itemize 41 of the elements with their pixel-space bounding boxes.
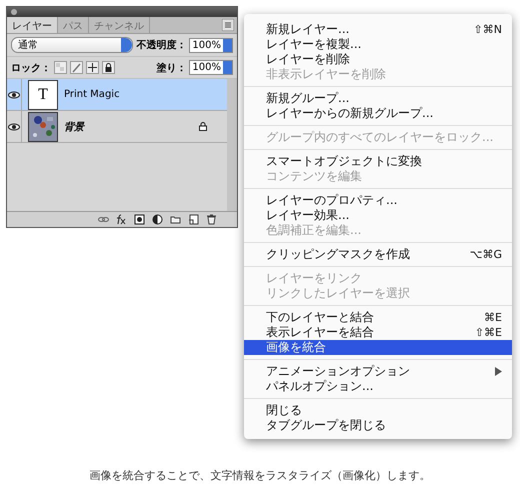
lock-icon[interactable] [102,61,115,74]
opacity-field[interactable]: 100% [189,38,233,52]
menu-item[interactable]: レイヤーを複製... [244,37,512,52]
fill-label: 塗り： [156,62,186,74]
eye-icon[interactable] [8,122,20,132]
layer-row[interactable]: T Print Magic [7,79,227,111]
folder-icon[interactable] [170,214,181,225]
menu-item[interactable]: アニメーションオプション [244,364,512,379]
fx-icon[interactable] [116,214,127,225]
menu-item[interactable]: レイヤー効果... [244,208,512,223]
layer-name: Print Magic [64,89,121,100]
menu-item[interactable]: レイヤーからの新規グループ... [244,106,512,121]
menu-item[interactable]: レイヤーのプロパティ... [244,193,512,208]
menu-item[interactable]: パネルオプション... [244,379,512,394]
menu-item[interactable]: クリッピングマスクを作成 ⌥⌘G [244,247,512,262]
move-icon[interactable] [86,61,99,74]
adjustment-icon[interactable] [152,214,163,225]
menu-item[interactable]: 新規レイヤー... ⇧⌘N [244,22,512,37]
new-layer-icon[interactable] [188,214,199,225]
layer-row[interactable]: 背景 [7,111,227,143]
menu-item[interactable]: 下のレイヤーと結合 ⌘E [244,310,512,325]
fill-field[interactable]: 100% [189,60,233,75]
menu-item[interactable]: レイヤーを削除 [244,52,512,67]
menu-item[interactable]: 閉じる [244,403,512,418]
panel-menu-icon[interactable] [222,19,234,31]
panel-tab[interactable]: レイヤー [7,17,58,33]
menu-item[interactable]: 画像を統合 [244,340,512,355]
mask-icon[interactable] [134,214,145,225]
blend-mode-select[interactable]: 通常 [11,37,134,53]
menu-item[interactable]: スマートオブジェクトに変換 [244,154,512,169]
opacity-label: 不透明度： [136,38,186,52]
text-layer-thumbnail: T [28,80,58,110]
caption: 画像を統合することで、文字情報をラスタライズ（画像化）します。 [88,468,432,483]
trash-icon[interactable] [206,214,217,225]
link-icon[interactable] [98,214,109,225]
menu-item[interactable]: 表示レイヤーを結合 ⇧⌘E [244,325,512,340]
menu-item[interactable]: タブグループを閉じる [244,418,512,433]
menu-item[interactable]: 新規グループ... [244,91,512,106]
eye-icon[interactable] [8,90,20,100]
lock-label: ロック： [11,62,51,74]
layer-name: 背景 [64,120,86,134]
